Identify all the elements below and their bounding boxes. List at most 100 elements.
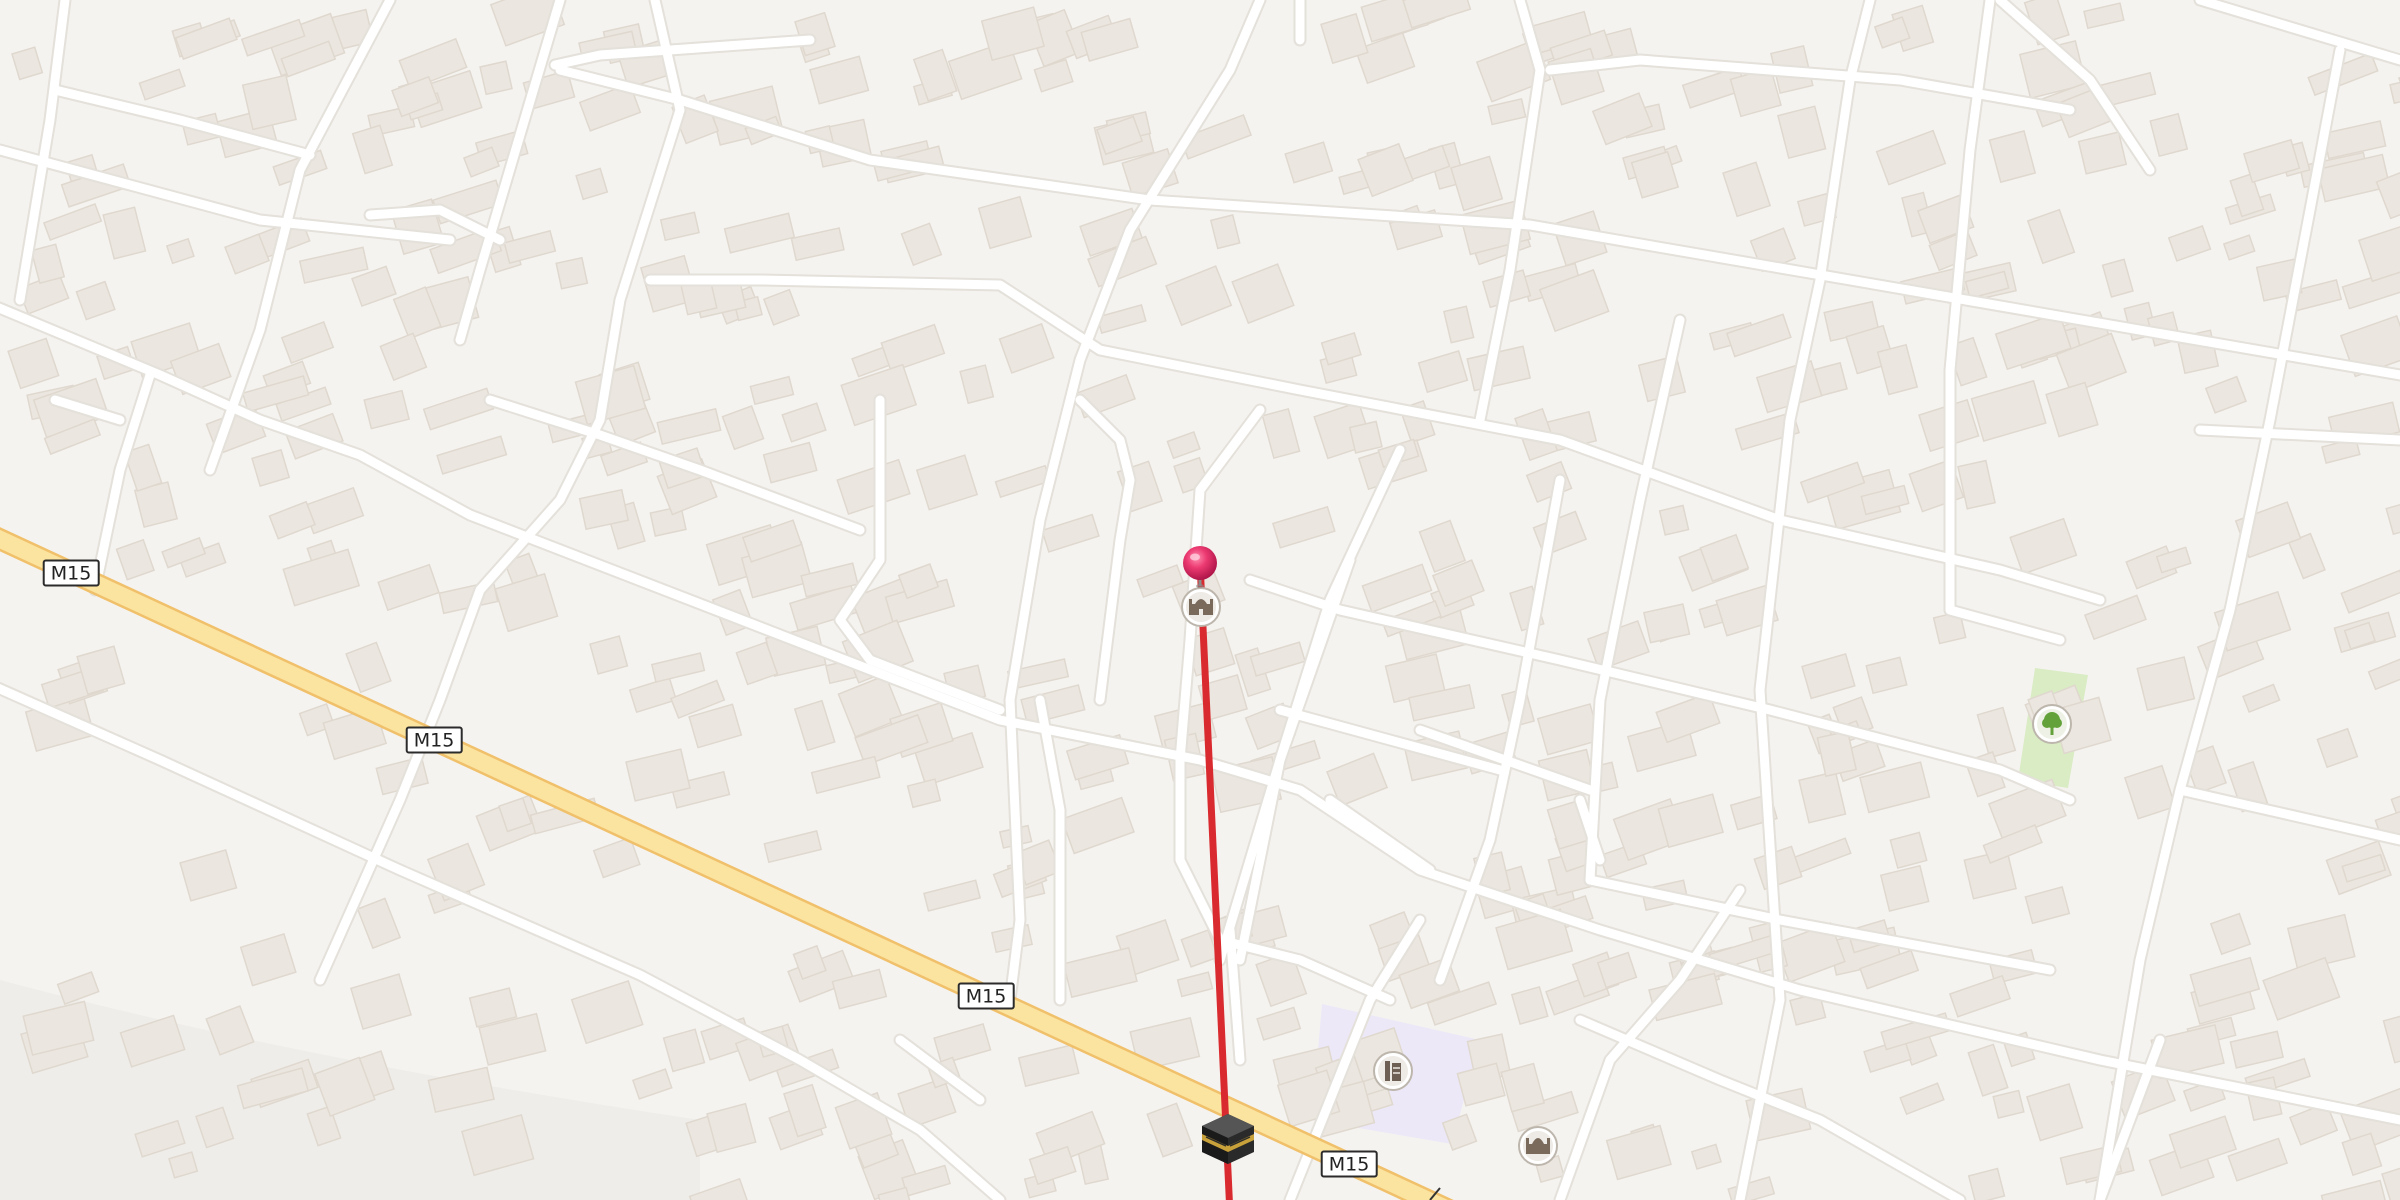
building — [2045, 381, 2099, 438]
building — [56, 971, 100, 1006]
building — [1320, 332, 1362, 366]
building — [977, 195, 1033, 250]
building — [7, 337, 60, 390]
building — [1271, 505, 1336, 549]
building — [1875, 129, 1947, 186]
building — [1402, 0, 1472, 29]
building — [1967, 1167, 2006, 1200]
building — [138, 68, 186, 101]
building — [998, 322, 1055, 374]
building — [809, 55, 870, 105]
building — [1165, 265, 1233, 327]
building — [2024, 886, 2071, 925]
road — [1325, 795, 1435, 875]
building — [268, 500, 316, 540]
building — [1418, 519, 1467, 573]
building — [1643, 603, 1691, 644]
building — [1060, 796, 1135, 855]
building — [1591, 92, 1654, 146]
building — [2367, 652, 2400, 691]
building — [631, 1068, 673, 1100]
building — [1261, 407, 1301, 460]
building — [1658, 504, 1690, 536]
map-canvas[interactable] — [0, 0, 2400, 1200]
building — [2026, 208, 2076, 265]
mosque-icon[interactable] — [1518, 1126, 1558, 1166]
building — [1798, 770, 1847, 824]
building — [980, 6, 1046, 62]
building — [174, 17, 238, 61]
building — [650, 652, 706, 683]
building — [793, 699, 836, 752]
building — [1899, 1082, 1945, 1116]
building — [575, 167, 609, 201]
building — [1510, 985, 1549, 1025]
building — [462, 146, 501, 178]
building — [1041, 513, 1100, 553]
building — [2136, 656, 2196, 712]
building — [436, 435, 508, 475]
building — [2227, 1137, 2289, 1182]
road — [1945, 605, 2065, 645]
building — [102, 206, 147, 260]
building — [2320, 1179, 2392, 1200]
building — [1776, 105, 1827, 160]
building — [2168, 1115, 2238, 1169]
building — [2077, 131, 2128, 175]
tree-icon[interactable] — [2032, 704, 2072, 744]
building — [1948, 974, 2012, 1018]
building — [363, 389, 411, 430]
building — [1988, 130, 2037, 184]
building — [1231, 263, 1295, 325]
building — [662, 1028, 706, 1073]
building — [2389, 78, 2400, 105]
building — [2204, 375, 2248, 414]
building — [2322, 120, 2387, 160]
building — [1690, 1143, 1722, 1170]
building — [790, 227, 845, 262]
building — [179, 848, 238, 902]
building — [345, 641, 392, 694]
building — [723, 212, 796, 254]
building — [479, 60, 513, 96]
building — [2149, 112, 2189, 158]
building — [351, 265, 397, 308]
building — [2025, 1082, 2084, 1142]
building — [721, 405, 765, 451]
building — [1028, 1145, 1077, 1186]
building — [1361, 563, 1433, 613]
road-shield-m15: M15 — [957, 982, 1015, 1010]
building — [280, 320, 335, 365]
building — [1487, 97, 1527, 126]
building — [1020, 684, 1086, 726]
building — [251, 448, 291, 487]
building — [915, 454, 979, 511]
building — [1992, 1089, 2025, 1119]
building — [1536, 703, 1602, 756]
building — [1284, 141, 1334, 184]
building — [2229, 1030, 2285, 1069]
building — [1442, 305, 1475, 344]
road-casing — [1583, 313, 1687, 887]
building — [880, 323, 946, 373]
mosque-icon[interactable] — [1181, 587, 1221, 627]
building — [2222, 234, 2256, 261]
building — [2242, 683, 2281, 714]
building — [763, 830, 823, 864]
building — [2357, 225, 2400, 283]
building — [2340, 569, 2400, 614]
building — [1970, 379, 2047, 442]
school-icon[interactable] — [1373, 1051, 1413, 1091]
building — [1033, 58, 1074, 93]
building — [1417, 350, 1469, 394]
building — [628, 676, 678, 714]
building — [1062, 946, 1138, 999]
building — [555, 256, 589, 290]
building — [900, 222, 943, 267]
map-view[interactable]: M15 M15 M15 M15 — [0, 0, 2400, 1200]
road — [1075, 395, 1135, 705]
road-shield-m15: M15 — [42, 559, 100, 587]
building — [1879, 864, 1930, 912]
building — [1176, 971, 1214, 998]
building — [302, 486, 365, 535]
